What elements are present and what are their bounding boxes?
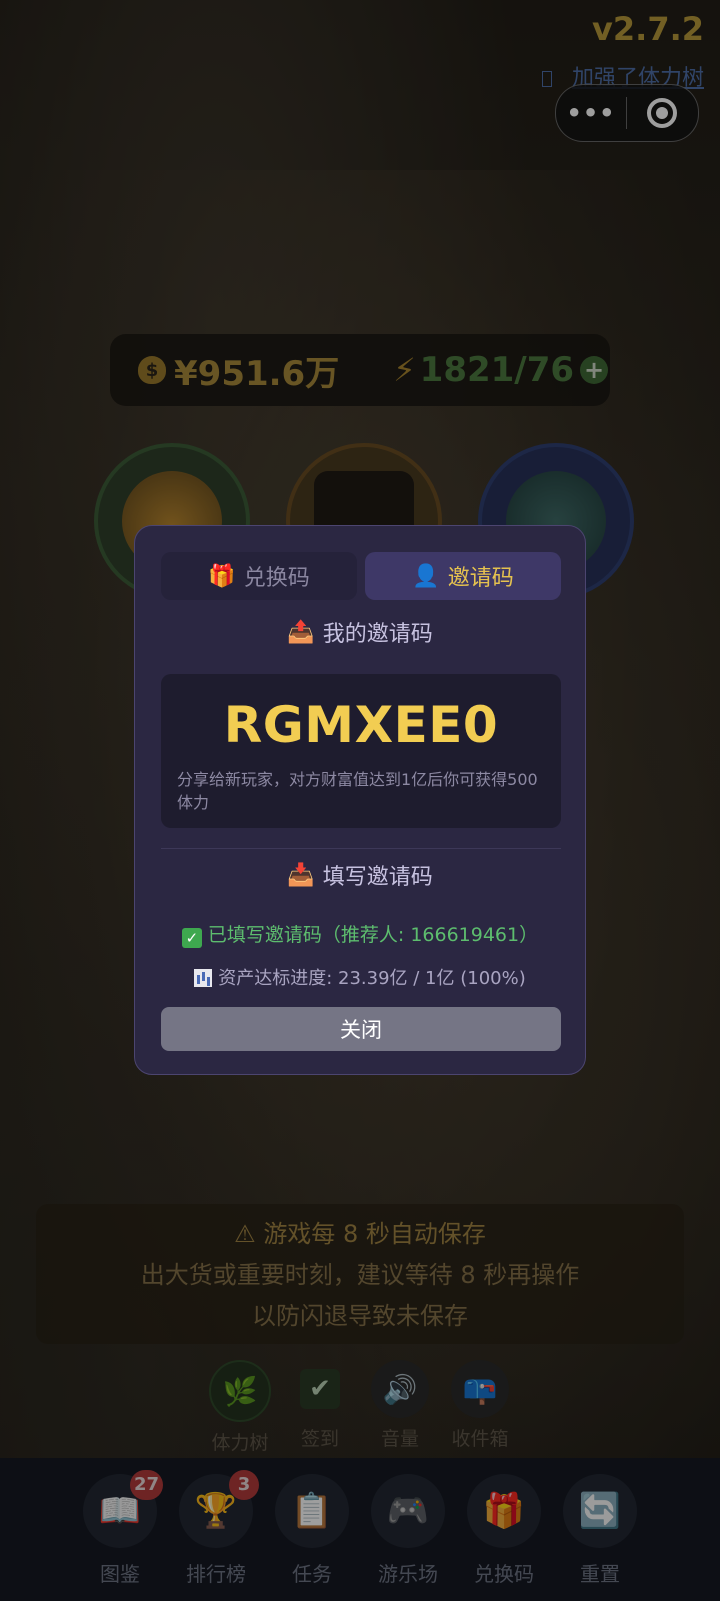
- invite-code-hint: 分享给新玩家，对方财富值达到1亿后你可获得500 体力: [177, 770, 538, 812]
- my-code-box: RGMXEE0 分享给新玩家，对方财富值达到1亿后你可获得500 体力: [161, 674, 561, 828]
- filled-status-text: 已填写邀请码（推荐人: 166619461）: [207, 924, 539, 946]
- fill-code-title: 📥 填写邀请码: [287, 862, 433, 891]
- tab-label: 邀请码: [447, 566, 514, 591]
- tab-redeem-code[interactable]: 🎁 兑换码: [161, 552, 357, 600]
- filled-status: ✓ 已填写邀请码（推荐人: 166619461）: [135, 920, 585, 948]
- invite-code-modal: 🎁 兑换码 👤 邀请码 📤 我的邀请码 RGMXEE0 分享给新玩家，对方财富值…: [134, 525, 586, 1075]
- modal-tabs: 🎁 兑换码 👤 邀请码: [161, 552, 561, 600]
- bar-chart-icon: [194, 969, 213, 987]
- gift-icon: 🎁: [208, 563, 236, 589]
- tab-label: 兑换码: [243, 566, 310, 591]
- tab-invite-code[interactable]: 👤 邀请码: [365, 552, 561, 600]
- check-icon: ✓: [181, 928, 202, 948]
- close-button[interactable]: 关闭: [161, 1007, 561, 1051]
- section-divider: [161, 848, 561, 849]
- asset-progress-text: 资产达标进度: 23.39亿 / 1亿 (100%): [218, 968, 526, 989]
- invite-code-value[interactable]: RGMXEE0: [161, 696, 561, 754]
- inbox-tray-icon: 📥: [287, 862, 315, 888]
- outbox-icon: 📤: [287, 619, 315, 645]
- asset-progress: 资产达标进度: 23.39亿 / 1亿 (100%): [135, 964, 585, 990]
- my-code-title: 📤 我的邀请码: [287, 619, 433, 648]
- user-icon: 👤: [412, 563, 440, 589]
